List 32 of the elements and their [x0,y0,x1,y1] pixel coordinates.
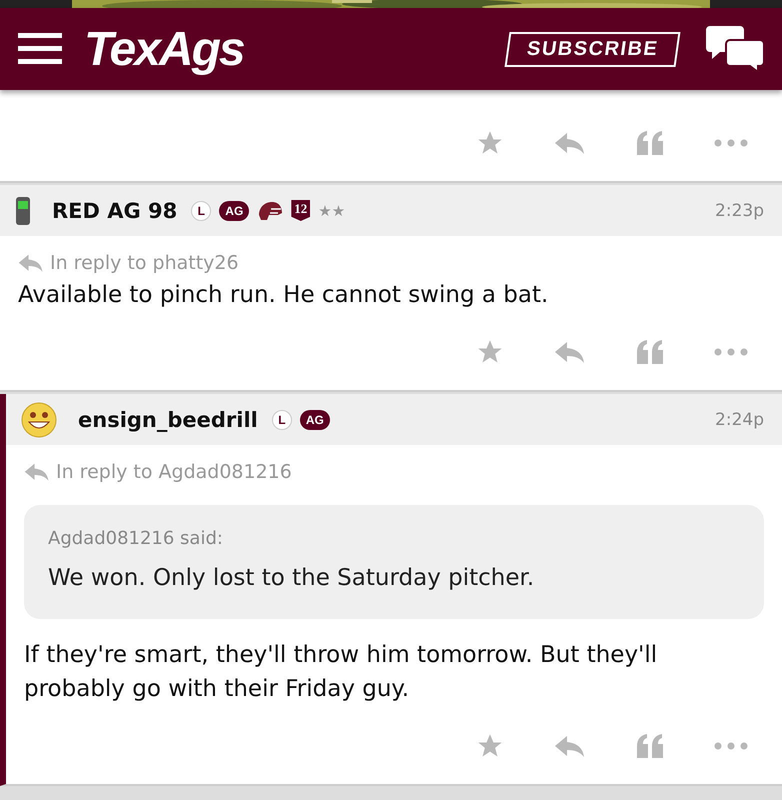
quote-text: We won. Only lost to the Saturday pitcher. [48,564,536,593]
reply-icon[interactable] [554,340,586,364]
subscribe-button[interactable]: SUBSCRIBE [504,32,680,66]
quote-icon[interactable] [636,340,664,364]
ag-badge: AG [300,410,330,430]
more-icon[interactable] [714,348,748,356]
more-icon[interactable] [714,139,748,147]
post-time: 2:24p [715,410,764,430]
ag-badge: AG [219,200,250,220]
reply-arrow-icon[interactable] [24,462,50,482]
smiley-icon [20,400,58,438]
phone-icon [14,196,32,226]
quote-icon[interactable] [636,131,664,155]
level-badge: L [272,410,292,430]
reply-arrow-icon[interactable] [18,253,44,273]
more-icon[interactable] [714,742,748,750]
chat-icon[interactable] [706,26,764,72]
rank-stars: ★★ [318,202,346,220]
quote-icon[interactable] [636,734,664,758]
username[interactable]: RED AG 98 [52,198,178,222]
quote-author: Agdad081216 said: [48,527,224,551]
level-badge: L [191,200,212,220]
shield-badge: 12 [291,200,310,221]
helmet-icon [257,200,284,220]
reply-icon[interactable] [554,734,586,758]
username[interactable]: ensign_beedrill [78,408,258,432]
post-text: If they're smart, they'll throw him tomorrow. But they'll probably go with their Friday guy. [23,641,658,704]
logo[interactable]: TexAgs [84,22,244,76]
post-text: Available to pinch run. He cannot swing a bat. [17,281,550,310]
post-time: 2:23p [715,200,764,220]
reply-icon[interactable] [554,131,586,155]
menu-icon[interactable] [18,33,62,65]
